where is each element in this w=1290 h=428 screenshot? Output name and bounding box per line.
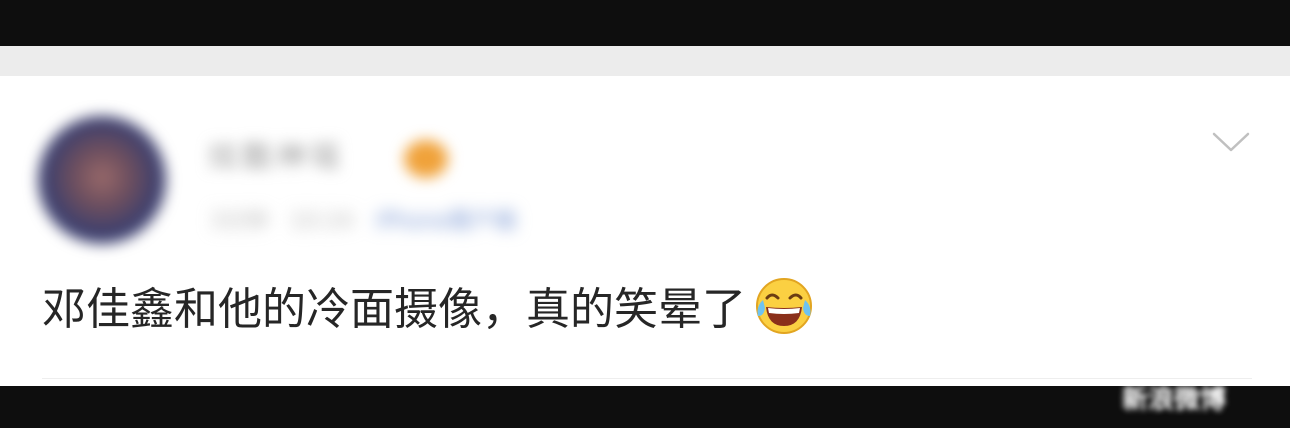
- verified-badge-icon: [404, 140, 448, 178]
- top-black-bar: [0, 0, 1290, 46]
- author-name[interactable]: 炫酷神瑶: [208, 138, 388, 178]
- post-content: 邓佳鑫和他的冷面摄像，真的笑晕了: [42, 276, 814, 342]
- watermark: 新浪微博: [1122, 385, 1227, 415]
- post-time: 3分钟: [210, 209, 268, 234]
- post-meta: 3分钟 10:24 iPhone客户端: [210, 204, 610, 240]
- post-date: 10:24: [290, 209, 354, 234]
- avatar[interactable]: [38, 116, 166, 244]
- bottom-black-bar: [0, 386, 1290, 428]
- laughing-crying-icon: [756, 278, 812, 334]
- post-source[interactable]: iPhone客户端: [375, 204, 515, 240]
- feed-gap-strip: [0, 46, 1290, 76]
- divider: [42, 378, 1252, 379]
- weibo-post-card[interactable]: 炫酷神瑶 3分钟 10:24 iPhone客户端 邓佳鑫和他的冷面摄像，真的笑晕…: [0, 76, 1290, 386]
- chevron-down-icon[interactable]: [1212, 128, 1250, 158]
- post-text: 邓佳鑫和他的冷面摄像，真的笑晕了: [42, 284, 746, 335]
